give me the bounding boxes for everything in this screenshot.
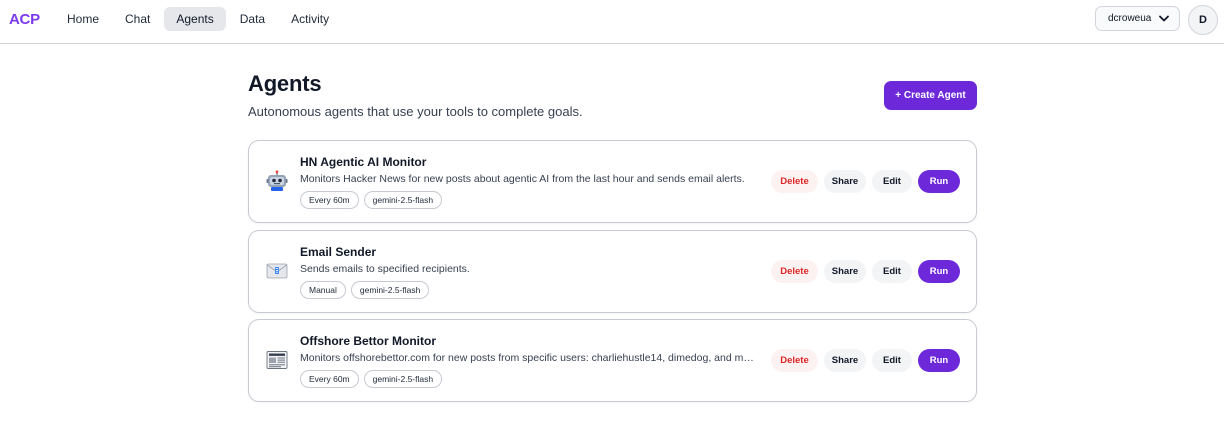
agent-card: Offshore Bettor Monitor Monitors offshor…: [248, 319, 977, 402]
agent-description: Sends emails to specified recipients.: [300, 263, 470, 275]
nav-item-data[interactable]: Data: [228, 7, 277, 31]
app-logo[interactable]: ACP: [9, 11, 40, 28]
model-badge: gemini-2.5-flash: [363, 370, 443, 388]
newspaper-icon: [265, 348, 289, 372]
agent-name[interactable]: HN Agentic AI Monitor: [300, 155, 426, 169]
main-nav: Home Chat Agents Data Activity: [55, 7, 343, 31]
agent-name[interactable]: Offshore Bettor Monitor: [300, 334, 436, 348]
share-button[interactable]: Share: [824, 260, 866, 283]
create-agent-button[interactable]: + Create Agent: [884, 81, 977, 110]
agent-name[interactable]: Email Sender: [300, 245, 376, 259]
run-button[interactable]: Run: [918, 260, 960, 283]
model-badge: gemini-2.5-flash: [350, 281, 430, 299]
agent-description: Monitors Hacker News for new posts about…: [300, 173, 745, 185]
avatar[interactable]: D: [1188, 5, 1218, 35]
envelope-icon: [265, 259, 289, 283]
schedule-badge: Every 60m: [300, 191, 359, 209]
agent-tags: Manual gemini-2.5-flash: [300, 281, 430, 299]
delete-button[interactable]: Delete: [771, 349, 818, 372]
user-dropdown-value: dcroweua: [1108, 13, 1152, 24]
schedule-badge: Manual: [300, 281, 346, 299]
delete-button[interactable]: Delete: [771, 170, 818, 193]
agent-tags: Every 60m gemini-2.5-flash: [300, 191, 443, 209]
share-button[interactable]: Share: [824, 349, 866, 372]
run-button[interactable]: Run: [918, 349, 960, 372]
run-button[interactable]: Run: [918, 170, 960, 193]
agent-tags: Every 60m gemini-2.5-flash: [300, 370, 443, 388]
agent-description: Monitors offshorebettor.com for new post…: [300, 352, 756, 364]
page-subtitle: Autonomous agents that use your tools to…: [248, 104, 583, 119]
user-dropdown[interactable]: dcroweua: [1095, 6, 1180, 31]
page-title: Agents: [248, 71, 322, 96]
nav-item-chat[interactable]: Chat: [113, 7, 162, 31]
top-nav-bar: ACP Home Chat Agents Data Activity dcrow…: [0, 0, 1224, 44]
chevron-down-icon: [1159, 15, 1169, 22]
agent-actions: Delete Share Edit Run: [771, 349, 960, 372]
nav-item-agents[interactable]: Agents: [164, 7, 226, 31]
edit-button[interactable]: Edit: [872, 349, 912, 372]
nav-item-activity[interactable]: Activity: [279, 7, 341, 31]
agent-card: HN Agentic AI Monitor Monitors Hacker Ne…: [248, 140, 977, 223]
edit-button[interactable]: Edit: [872, 170, 912, 193]
delete-button[interactable]: Delete: [771, 260, 818, 283]
agent-actions: Delete Share Edit Run: [771, 170, 960, 193]
model-badge: gemini-2.5-flash: [363, 191, 443, 209]
robot-icon: [265, 169, 289, 193]
edit-button[interactable]: Edit: [872, 260, 912, 283]
share-button[interactable]: Share: [824, 170, 866, 193]
schedule-badge: Every 60m: [300, 370, 359, 388]
agent-actions: Delete Share Edit Run: [771, 260, 960, 283]
agent-card: Email Sender Sends emails to specified r…: [248, 230, 977, 313]
nav-item-home[interactable]: Home: [55, 7, 111, 31]
